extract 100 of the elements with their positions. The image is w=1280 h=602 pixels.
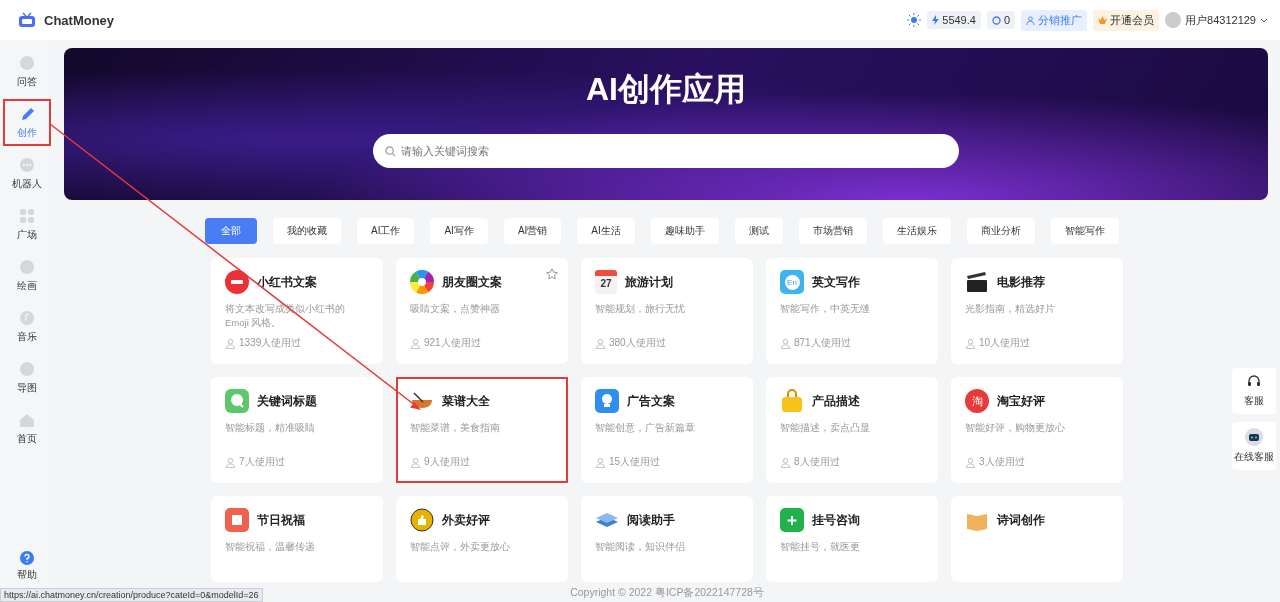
app-card[interactable]: 产品描述 智能描述，卖点凸显 8人使用过 bbox=[766, 377, 938, 483]
people-icon bbox=[1026, 15, 1036, 25]
star-icon[interactable] bbox=[546, 268, 558, 280]
category-tab[interactable]: 智能写作 bbox=[1050, 218, 1119, 244]
usage-count: 871人使用过 bbox=[794, 336, 851, 350]
app-card[interactable]: 27 旅游计划 智能规划，旅行无忧 380人使用过 bbox=[581, 258, 753, 364]
user-menu[interactable]: 用户84312129 bbox=[1165, 12, 1268, 28]
card-description: 智能阅读，知识伴侣 bbox=[595, 540, 686, 554]
sidebar-item[interactable]: 创作 bbox=[5, 101, 49, 144]
sidebar-item[interactable]: 首页 bbox=[5, 407, 49, 450]
card-description: 智能挂号，就医更 bbox=[780, 540, 861, 554]
calendar-icon: 27 bbox=[595, 270, 617, 294]
card-title: 阅读助手 bbox=[627, 511, 675, 529]
usage-count: 921人使用过 bbox=[424, 336, 481, 350]
sun-icon[interactable] bbox=[907, 13, 922, 27]
category-tab[interactable]: AI工作 bbox=[357, 218, 415, 244]
category-tab[interactable]: 商业分析 bbox=[966, 218, 1035, 244]
app-card[interactable]: 挂号咨询 智能挂号，就医更 bbox=[766, 496, 938, 582]
card-title: 小红书文案 bbox=[257, 273, 317, 291]
category-tab[interactable]: 我的收藏 bbox=[273, 218, 341, 244]
category-tab[interactable]: 测试 bbox=[734, 218, 783, 244]
balance-chip[interactable]: 5549.4 bbox=[927, 11, 981, 29]
app-card[interactable]: 外卖好评 智能点评，外卖更放心 bbox=[396, 496, 568, 582]
card-description: 智能写作，中英无缝 bbox=[780, 302, 871, 316]
count-chip[interactable]: 0 bbox=[986, 11, 1016, 29]
user-icon bbox=[780, 337, 791, 349]
category-tab[interactable]: AI写作 bbox=[430, 218, 488, 244]
app-card[interactable]: 阅读助手 智能阅读，知识伴侣 bbox=[581, 496, 753, 582]
card-title: 关键词标题 bbox=[257, 392, 317, 410]
category-tab[interactable]: 全部 bbox=[205, 218, 257, 244]
aperture-icon bbox=[410, 270, 434, 294]
copyright: Copyright © 2022 粤ICP备2022147728号 bbox=[570, 586, 764, 598]
user-icon bbox=[595, 337, 606, 349]
promo-button[interactable]: 分销推广 bbox=[1021, 9, 1088, 31]
vip-button[interactable]: 开通会员 bbox=[1093, 9, 1160, 31]
sidebar-item[interactable]: 机器人 bbox=[5, 152, 49, 195]
user-icon bbox=[225, 456, 236, 468]
app-card[interactable]: 诗词创作 bbox=[951, 496, 1123, 582]
usage-count: 15人使用过 bbox=[609, 455, 661, 469]
category-tab[interactable]: AI生活 bbox=[577, 218, 635, 244]
category-tab[interactable]: 市场营销 bbox=[798, 218, 867, 244]
sidebar-item[interactable]: 绘画 bbox=[5, 254, 49, 297]
card-title: 挂号咨询 bbox=[812, 511, 860, 529]
category-tab[interactable]: AI营销 bbox=[503, 218, 562, 244]
app-card[interactable]: 朋友圈文案 吸睛文案，点赞神器 921人使用过 bbox=[396, 258, 568, 364]
usage-count: 3人使用过 bbox=[979, 455, 1025, 469]
thumbs-up-icon bbox=[410, 508, 434, 532]
sidebar-item[interactable]: 导图 bbox=[5, 356, 49, 399]
user-icon bbox=[965, 456, 976, 468]
banner-title: AI创作应用 bbox=[586, 70, 746, 109]
card-title: 朋友圈文案 bbox=[442, 273, 502, 291]
category-tab[interactable]: 生活娱乐 bbox=[882, 218, 951, 244]
usage-count: 10人使用过 bbox=[979, 336, 1031, 350]
card-title: 菜谱大全 bbox=[442, 392, 490, 410]
card-title: 英文写作 bbox=[812, 273, 860, 291]
help-button[interactable]: 帮助 bbox=[17, 551, 37, 582]
user-icon bbox=[410, 337, 421, 349]
card-description: 智能点评，外卖更放心 bbox=[410, 540, 511, 554]
square-icon bbox=[225, 508, 249, 532]
help-icon bbox=[20, 551, 34, 565]
chat-icon bbox=[225, 389, 249, 413]
support-button[interactable]: 在线客服 bbox=[1232, 422, 1276, 470]
taobao-icon: 淘 bbox=[965, 389, 989, 413]
app-card[interactable]: 节日祝福 智能祝福，温馨传递 bbox=[211, 496, 383, 582]
usage-count: 7人使用过 bbox=[239, 455, 285, 469]
card-title: 淘宝好评 bbox=[997, 392, 1045, 410]
search-field[interactable]: 请输入关键词搜索 bbox=[373, 134, 959, 168]
tv-robot-icon bbox=[18, 12, 36, 28]
avatar bbox=[1165, 12, 1182, 28]
support-button[interactable]: 客服 bbox=[1232, 368, 1276, 414]
usage-count: 9人使用过 bbox=[424, 455, 470, 469]
user-icon bbox=[410, 456, 421, 468]
app-card[interactable]: 淘 淘宝好评 智能好评，购物更放心 3人使用过 bbox=[951, 377, 1123, 483]
lightning-icon bbox=[932, 15, 940, 25]
user-icon bbox=[225, 337, 236, 349]
card-title: 电影推荐 bbox=[997, 273, 1045, 291]
en-icon: En bbox=[780, 270, 804, 294]
app-card[interactable]: 电影推荐 光影指南，精选好片 10人使用过 bbox=[951, 258, 1123, 364]
app-card[interactable]: 广告文案 智能创意，广告新篇章 15人使用过 bbox=[581, 377, 753, 483]
usage-count: 8人使用过 bbox=[794, 455, 840, 469]
app-card[interactable]: En 英文写作 智能写作，中英无缝 871人使用过 bbox=[766, 258, 938, 364]
logo-text: ChatMoney bbox=[44, 12, 115, 28]
category-tab[interactable]: 趣味助手 bbox=[650, 218, 719, 244]
app-card[interactable]: 关键词标题 智能标题，精准吸睛 7人使用过 bbox=[211, 377, 383, 483]
app-card[interactable]: 菜谱大全 智能菜谱，美食指南 9人使用过 bbox=[396, 377, 568, 483]
card-title: 旅游计划 bbox=[625, 273, 673, 291]
sidebar-item[interactable]: 广场 bbox=[5, 203, 49, 246]
shopping-bag-icon bbox=[780, 389, 804, 413]
user-icon bbox=[780, 456, 791, 468]
status-url: https://ai.chatmoney.cn/creation/produce?cateId=0&modelId=26 bbox=[0, 588, 263, 602]
card-description: 智能创意，广告新篇章 bbox=[595, 421, 696, 435]
card-description: 光影指南，精选好片 bbox=[965, 302, 1056, 316]
lightbulb-icon bbox=[595, 389, 619, 413]
card-description: 智能菜谱，美食指南 bbox=[410, 421, 501, 435]
home-icon bbox=[18, 411, 36, 429]
search-icon bbox=[385, 146, 396, 157]
card-description: 智能描述，卖点凸显 bbox=[780, 421, 871, 435]
sidebar-item[interactable]: 问答 bbox=[5, 50, 49, 93]
sidebar-item[interactable]: 音乐 bbox=[5, 305, 49, 348]
card-description: 吸睛文案，点赞神器 bbox=[410, 302, 501, 316]
